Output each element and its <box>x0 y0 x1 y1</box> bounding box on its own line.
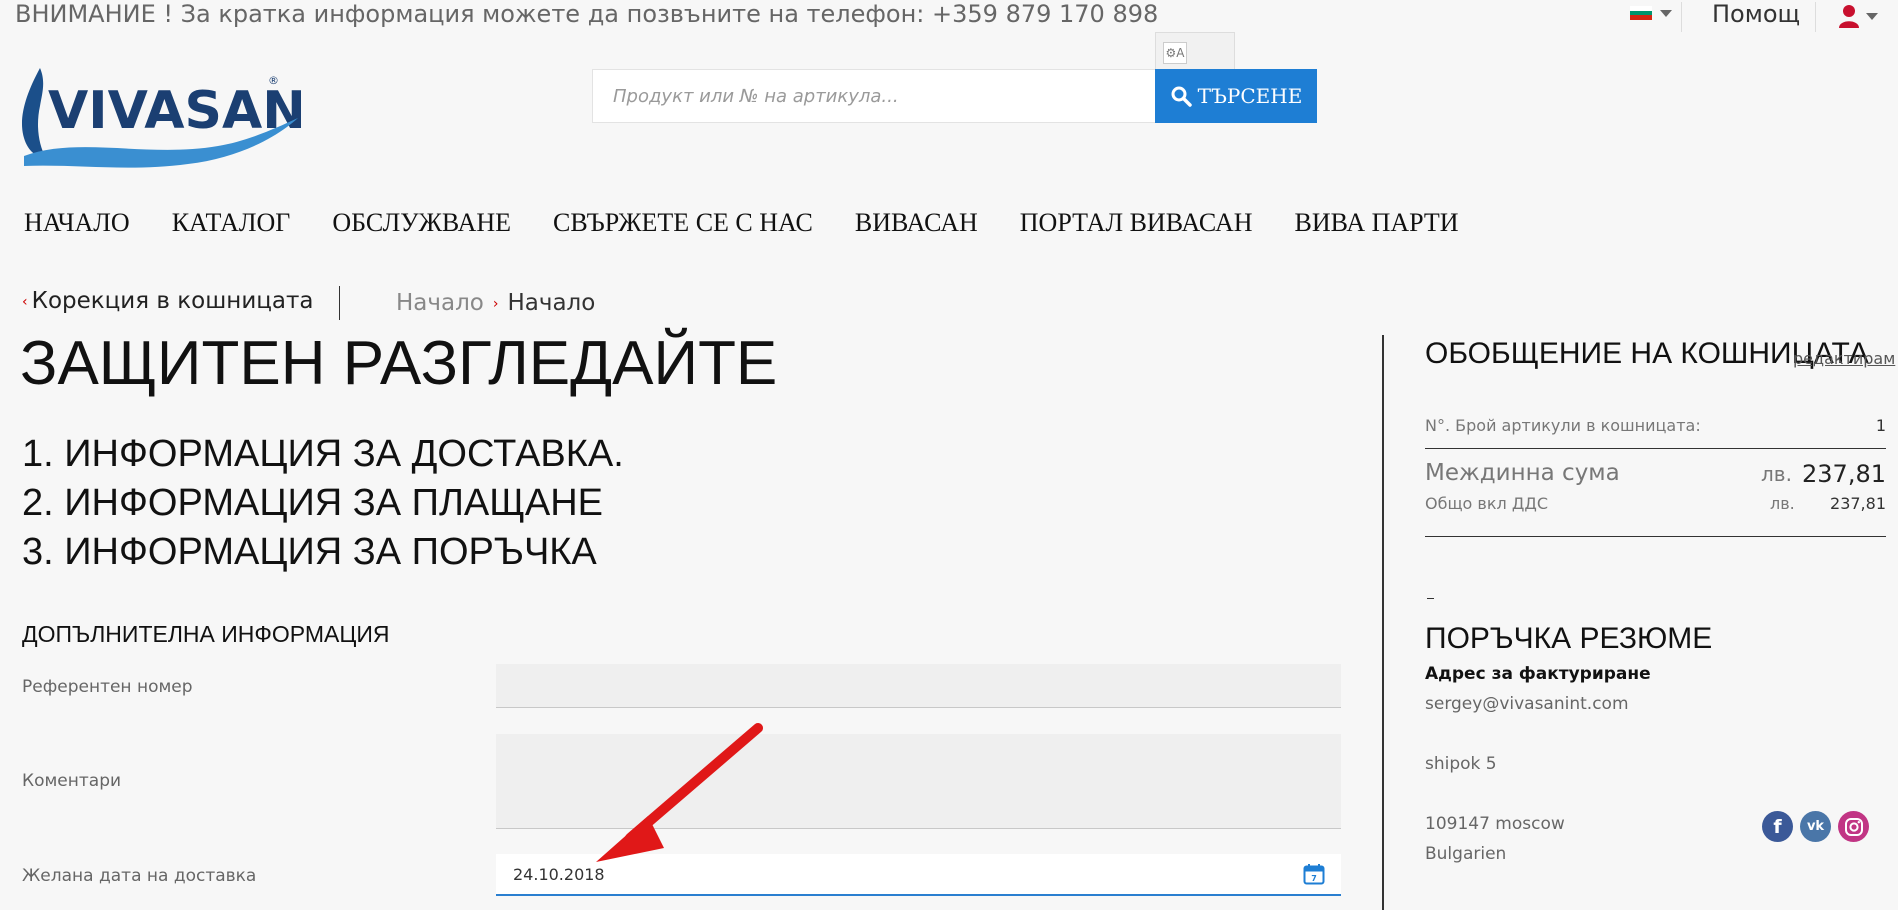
facebook-icon[interactable]: f <box>1762 811 1793 842</box>
drop-icon <box>21 68 46 158</box>
translate-icon: ⚙A <box>1163 42 1187 64</box>
breadcrumb-home[interactable]: Начало <box>396 290 484 316</box>
billing-email: sergey@vivasanint.com <box>1425 694 1629 714</box>
subtotal-label: Междинна сума <box>1425 460 1620 486</box>
nav-item-viva-party[interactable]: ВИВА ПАРТИ <box>1295 208 1459 238</box>
help-link[interactable]: Помощ <box>1712 0 1800 28</box>
total-value: 237,81 <box>1830 494 1886 513</box>
logo-text: VIVASAN <box>48 81 303 141</box>
logo[interactable]: VIVASAN ® <box>18 66 306 174</box>
reference-label: Референтен номер <box>22 677 193 697</box>
billing-country: Bulgarien <box>1425 844 1507 864</box>
nav-item-vivasan[interactable]: ВИВАСАН <box>855 208 978 238</box>
order-summary-title: ПОРЪЧКА РЕЗЮМЕ <box>1425 622 1713 655</box>
chevron-down-icon <box>1866 12 1878 20</box>
user-menu[interactable] <box>1838 4 1878 28</box>
divider <box>1427 598 1434 599</box>
chevron-down-icon <box>1660 9 1672 17</box>
translate-widget[interactable]: ⚙A <box>1155 32 1235 74</box>
breadcrumb: Начало › Начало <box>396 290 595 316</box>
user-icon <box>1839 5 1859 28</box>
nav-item-portal[interactable]: ПОРТАЛ ВИВАСАН <box>1020 208 1253 238</box>
instagram-icon[interactable] <box>1838 811 1869 842</box>
search-icon <box>1171 86 1192 107</box>
subtotal-value: 237,81 <box>1802 460 1886 488</box>
language-selector[interactable] <box>1630 6 1672 21</box>
billing-address-heading: Адрес за фактуриране <box>1425 664 1651 684</box>
divider <box>1815 2 1816 32</box>
divider <box>1681 2 1682 32</box>
divider <box>1425 536 1886 537</box>
annotation-arrow-icon <box>596 723 763 862</box>
edit-cart-link[interactable]: редактирам <box>1793 349 1895 368</box>
search-button-label: ТЪРСЕНЕ <box>1197 84 1303 108</box>
breadcrumb-current: Начало <box>507 290 596 316</box>
column-divider <box>1382 335 1384 910</box>
nav-item-service[interactable]: ОБСЛУЖВАНЕ <box>332 208 511 238</box>
step-order[interactable]: 3. ИНФОРМАЦИЯ ЗА ПОРЪЧКА <box>22 531 597 574</box>
reference-input[interactable] <box>496 664 1341 708</box>
back-to-cart-label: Корекция в кошницата <box>31 288 314 314</box>
page-title: ЗАЩИТЕН РАЗГЛЕДАЙТЕ <box>20 329 778 398</box>
item-count-label: N°. Брой артикули в кошницата: <box>1425 416 1701 435</box>
svg-text:®: ® <box>268 74 279 87</box>
search-input[interactable] <box>592 69 1156 123</box>
nav-item-catalog[interactable]: КАТАЛОГ <box>172 208 291 238</box>
main-nav: НАЧАЛО КАТАЛОГ ОБСЛУЖВАНЕ СВЪРЖЕТЕ СЕ С … <box>24 208 1459 238</box>
nav-item-contact[interactable]: СВЪРЖЕТЕ СЕ С НАС <box>553 208 813 238</box>
divider <box>339 286 340 320</box>
back-to-cart-link[interactable]: ‹ Корекция в кошницата <box>22 288 314 314</box>
search-button[interactable]: ТЪРСЕНЕ <box>1155 69 1317 123</box>
subtotal-currency: лв. <box>1761 462 1792 486</box>
item-count-value: 1 <box>1875 416 1886 435</box>
nav-item-home[interactable]: НАЧАЛО <box>24 208 130 238</box>
chevron-right-icon: › <box>492 295 499 312</box>
step-delivery[interactable]: 1. ИНФОРМАЦИЯ ЗА ДОСТАВКА. <box>22 433 624 476</box>
calendar-icon[interactable]: 7 <box>1303 863 1325 885</box>
chevron-left-icon: ‹ <box>22 293 28 310</box>
comments-label: Коментари <box>22 771 122 791</box>
svg-text:7: 7 <box>1311 874 1317 883</box>
total-currency: лв. <box>1770 494 1795 513</box>
delivery-date-label: Желана дата на доставка <box>22 866 257 886</box>
announcement-bar: ВНИМАНИЕ ! За кратка информация можете д… <box>15 0 1159 28</box>
social-links: f vk <box>1762 811 1869 842</box>
additional-info-title: ДОПЪЛНИТЕЛНА ИНФОРМАЦИЯ <box>22 621 390 647</box>
billing-street: shipok 5 <box>1425 754 1497 774</box>
billing-city: 109147 moscow <box>1425 814 1565 834</box>
total-label: Общо вкл ДДС <box>1425 494 1548 513</box>
bulgarian-flag-icon <box>1630 6 1652 21</box>
vk-icon[interactable]: vk <box>1800 811 1831 842</box>
step-payment[interactable]: 2. ИНФОРМАЦИЯ ЗА ПЛАЩАНЕ <box>22 482 603 525</box>
divider <box>1425 448 1886 449</box>
